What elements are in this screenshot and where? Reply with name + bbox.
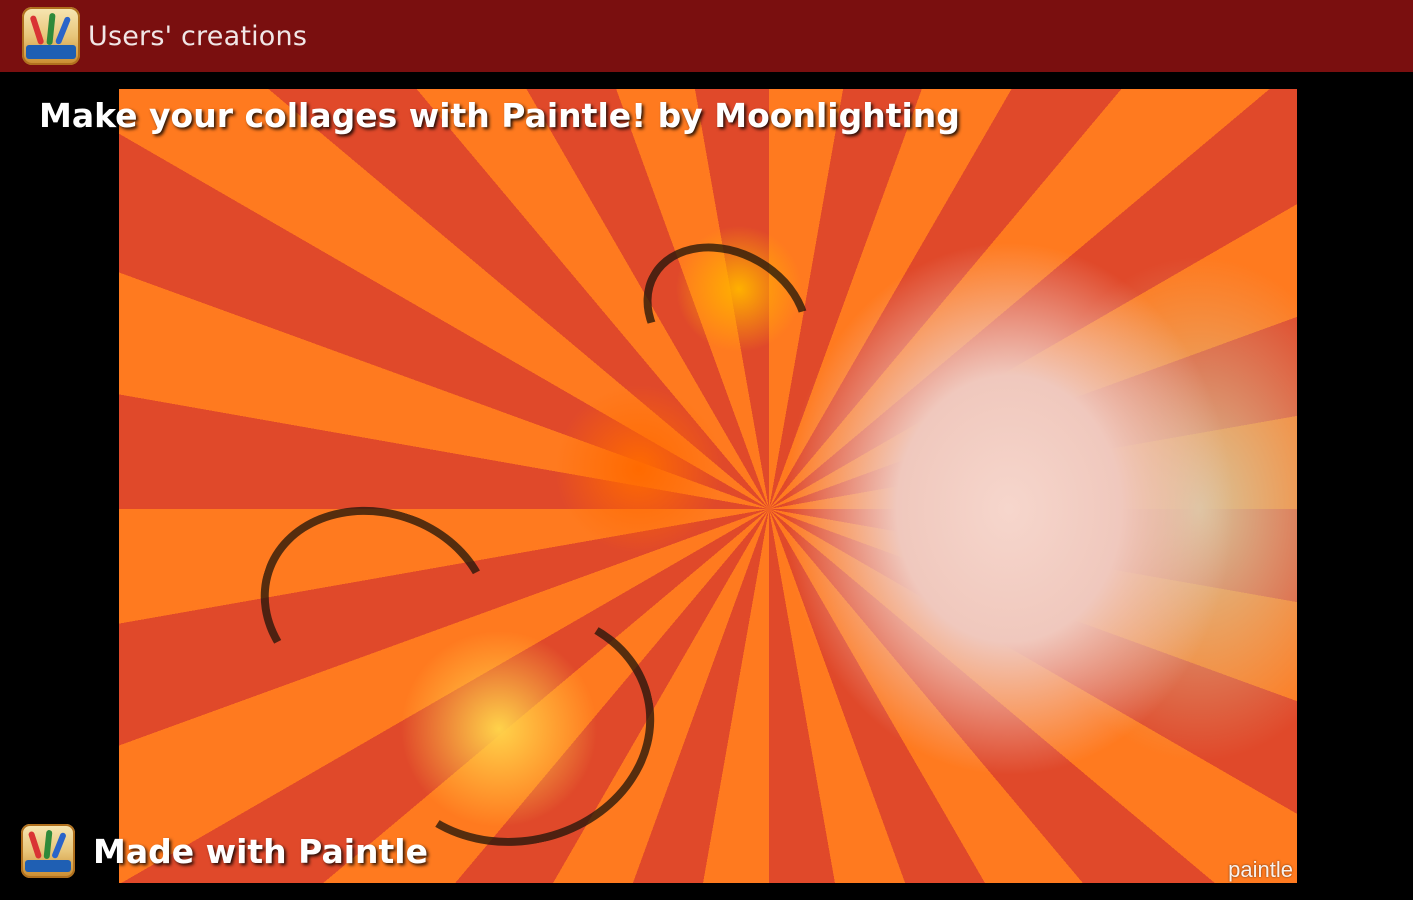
paintle-app-icon bbox=[21, 824, 75, 878]
creation-caption: Make your collages with Paintle! by Moon… bbox=[39, 96, 960, 135]
brush-stroke-blue bbox=[54, 15, 72, 46]
made-with-label: Made with Paintle bbox=[93, 831, 428, 871]
brush-stroke-blue bbox=[51, 831, 67, 860]
brush-stroke-green bbox=[46, 12, 56, 46]
art-flourish-3 bbox=[616, 214, 838, 420]
made-with-badge[interactable]: Made with Paintle bbox=[21, 824, 428, 878]
action-bar: Users' creations bbox=[0, 0, 1413, 72]
screen-title: Users' creations bbox=[88, 20, 308, 52]
paintle-label-band bbox=[25, 860, 71, 872]
app-root: Users' creations paintle Make your colla… bbox=[0, 0, 1413, 900]
paintle-app-icon[interactable] bbox=[22, 7, 80, 65]
creation-artwork[interactable]: paintle bbox=[119, 89, 1297, 883]
brush-stroke-red bbox=[27, 830, 43, 860]
paintle-watermark: paintle bbox=[1228, 857, 1293, 882]
paintle-label-band bbox=[26, 45, 76, 59]
brush-stroke-red bbox=[29, 14, 45, 46]
